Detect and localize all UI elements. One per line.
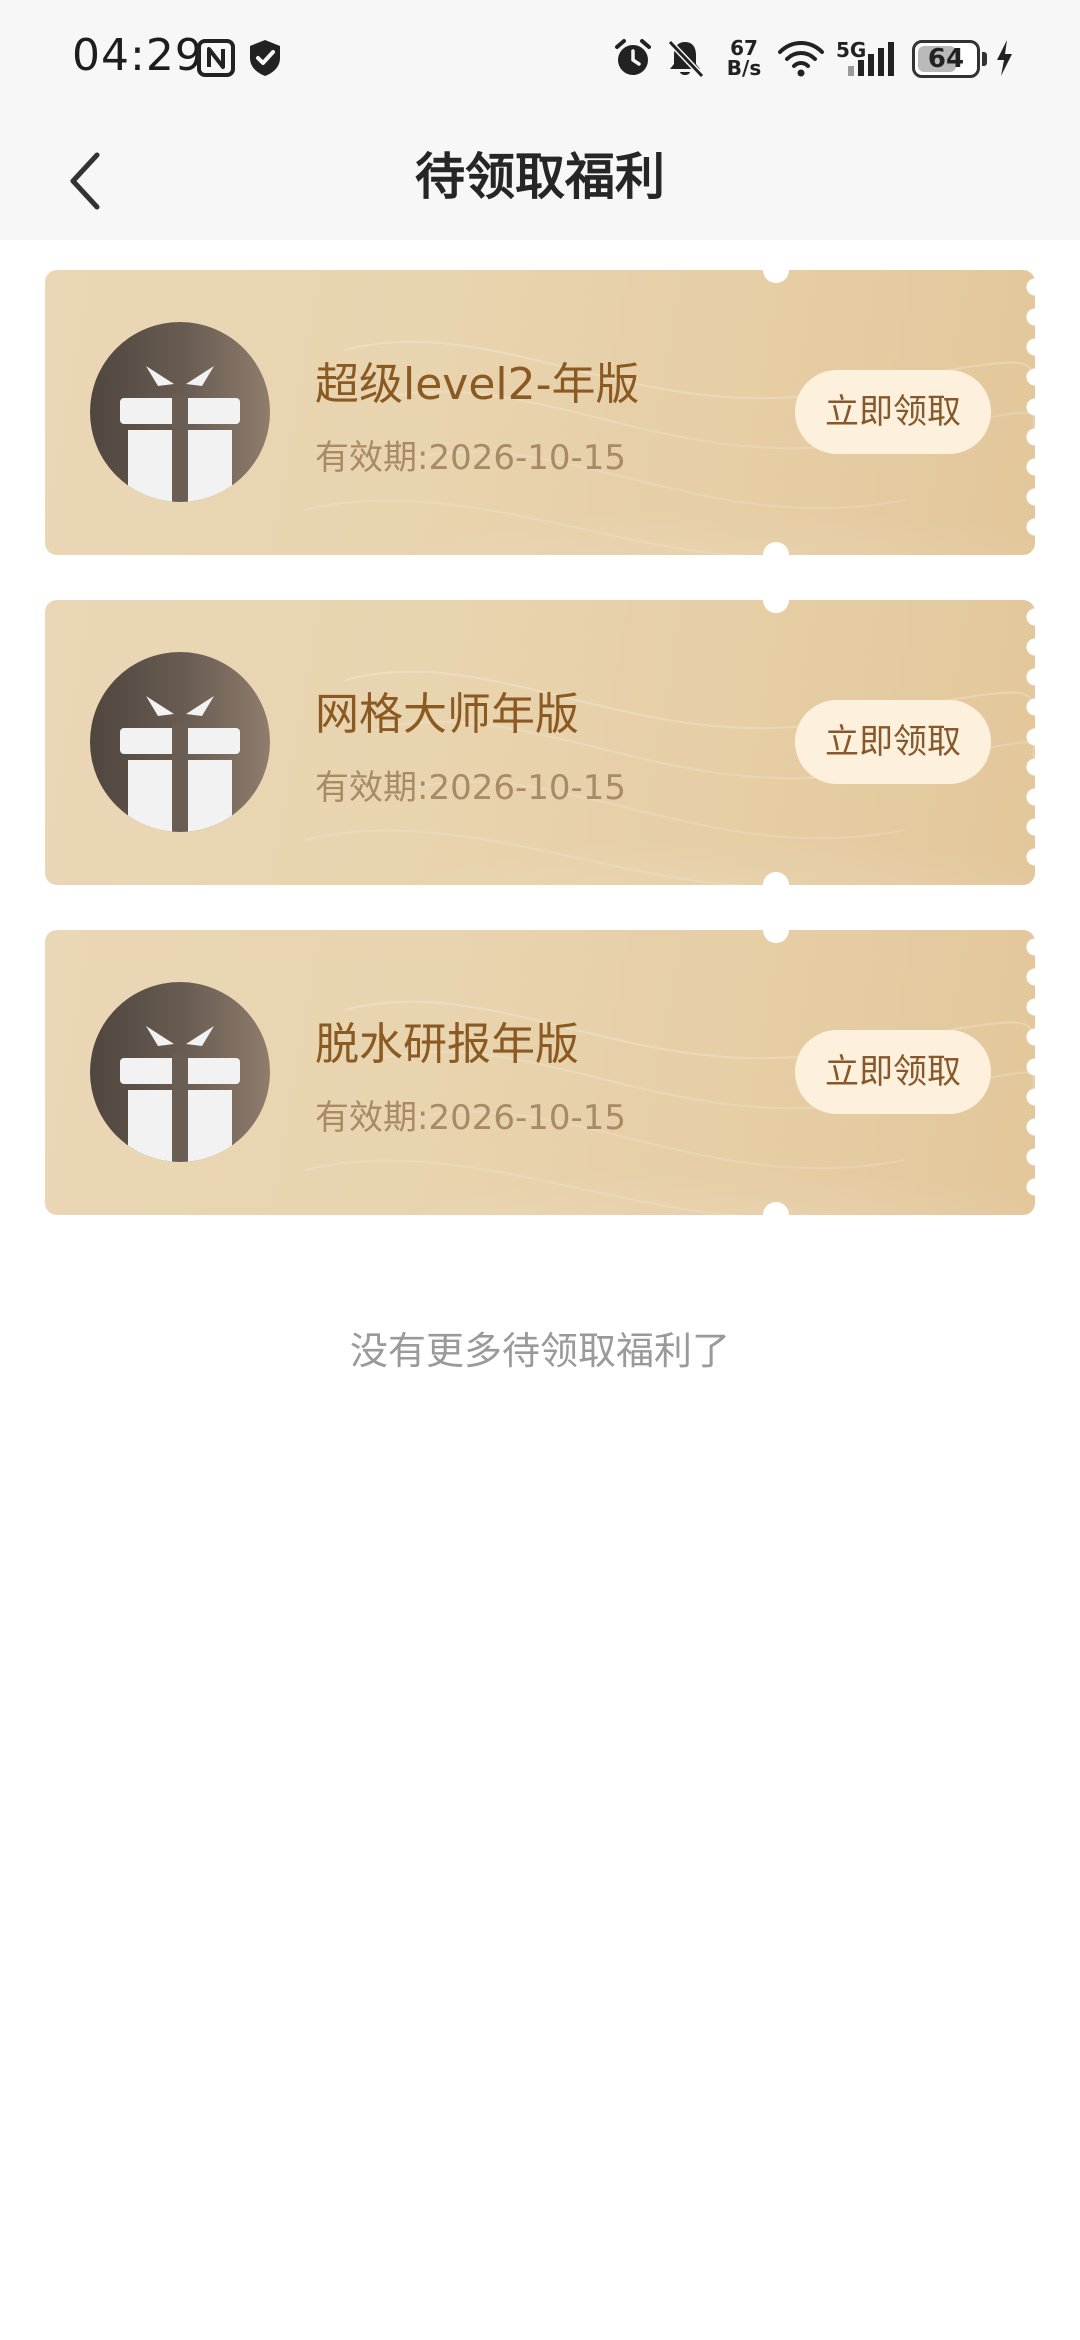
coupon-card: 超级level2-年版 有效期:2026-10-15 立即领取 — [45, 270, 1035, 555]
claim-button[interactable]: 立即领取 — [795, 700, 991, 784]
gift-avatar — [90, 982, 270, 1162]
net-speed: 67 B/s — [722, 38, 766, 78]
perforated-edge — [1026, 278, 1035, 548]
status-time: 04:29 — [72, 30, 204, 81]
bell-off-icon — [667, 39, 705, 79]
coupon-title: 超级level2-年版 — [315, 359, 640, 410]
nfc-icon — [197, 39, 235, 77]
coupon-list: 超级level2-年版 有效期:2026-10-15 立即领取 网格大师年版 有… — [45, 270, 1035, 1260]
gift-avatar — [90, 652, 270, 832]
coupon-expiry: 有效期:2026-10-15 — [315, 1098, 627, 1138]
page-title: 待领取福利 — [415, 148, 665, 206]
status-bar: 04:29 67 B/s 5G 64 — [0, 0, 1080, 120]
screen: 04:29 67 B/s 5G 64 待领取福利 超级level2-年版 有效期… — [0, 0, 1080, 2340]
wifi-icon — [778, 41, 824, 77]
battery-indicator: 64 — [912, 40, 980, 78]
claim-button[interactable]: 立即领取 — [795, 370, 991, 454]
battery-cap — [982, 52, 987, 66]
signal-icon — [848, 42, 894, 76]
coupon-card: 网格大师年版 有效期:2026-10-15 立即领取 — [45, 600, 1035, 885]
coupon-title: 网格大师年版 — [315, 689, 579, 740]
battery-level: 64 — [927, 44, 965, 74]
perforated-edge — [1026, 608, 1035, 878]
gift-avatar — [90, 322, 270, 502]
alarm-icon — [615, 39, 651, 75]
gift-icon — [120, 696, 240, 832]
claim-button[interactable]: 立即领取 — [795, 1030, 991, 1114]
back-button[interactable] — [50, 146, 120, 216]
coupon-title: 脱水研报年版 — [315, 1019, 579, 1070]
gift-icon — [120, 1026, 240, 1162]
chevron-left-icon — [70, 152, 100, 210]
coupon-expiry: 有效期:2026-10-15 — [315, 438, 627, 478]
gift-icon — [120, 366, 240, 502]
net-speed-unit: B/s — [726, 56, 762, 80]
net-speed-value: 67 — [730, 36, 758, 60]
perforated-edge — [1026, 938, 1035, 1208]
coupon-card: 脱水研报年版 有效期:2026-10-15 立即领取 — [45, 930, 1035, 1215]
nav-bar: 待领取福利 — [0, 120, 1080, 240]
end-of-list-text: 没有更多待领取福利了 — [349, 1329, 730, 1373]
shield-check-icon — [250, 40, 280, 76]
charging-icon — [997, 40, 1012, 76]
coupon-expiry: 有效期:2026-10-15 — [315, 768, 627, 808]
